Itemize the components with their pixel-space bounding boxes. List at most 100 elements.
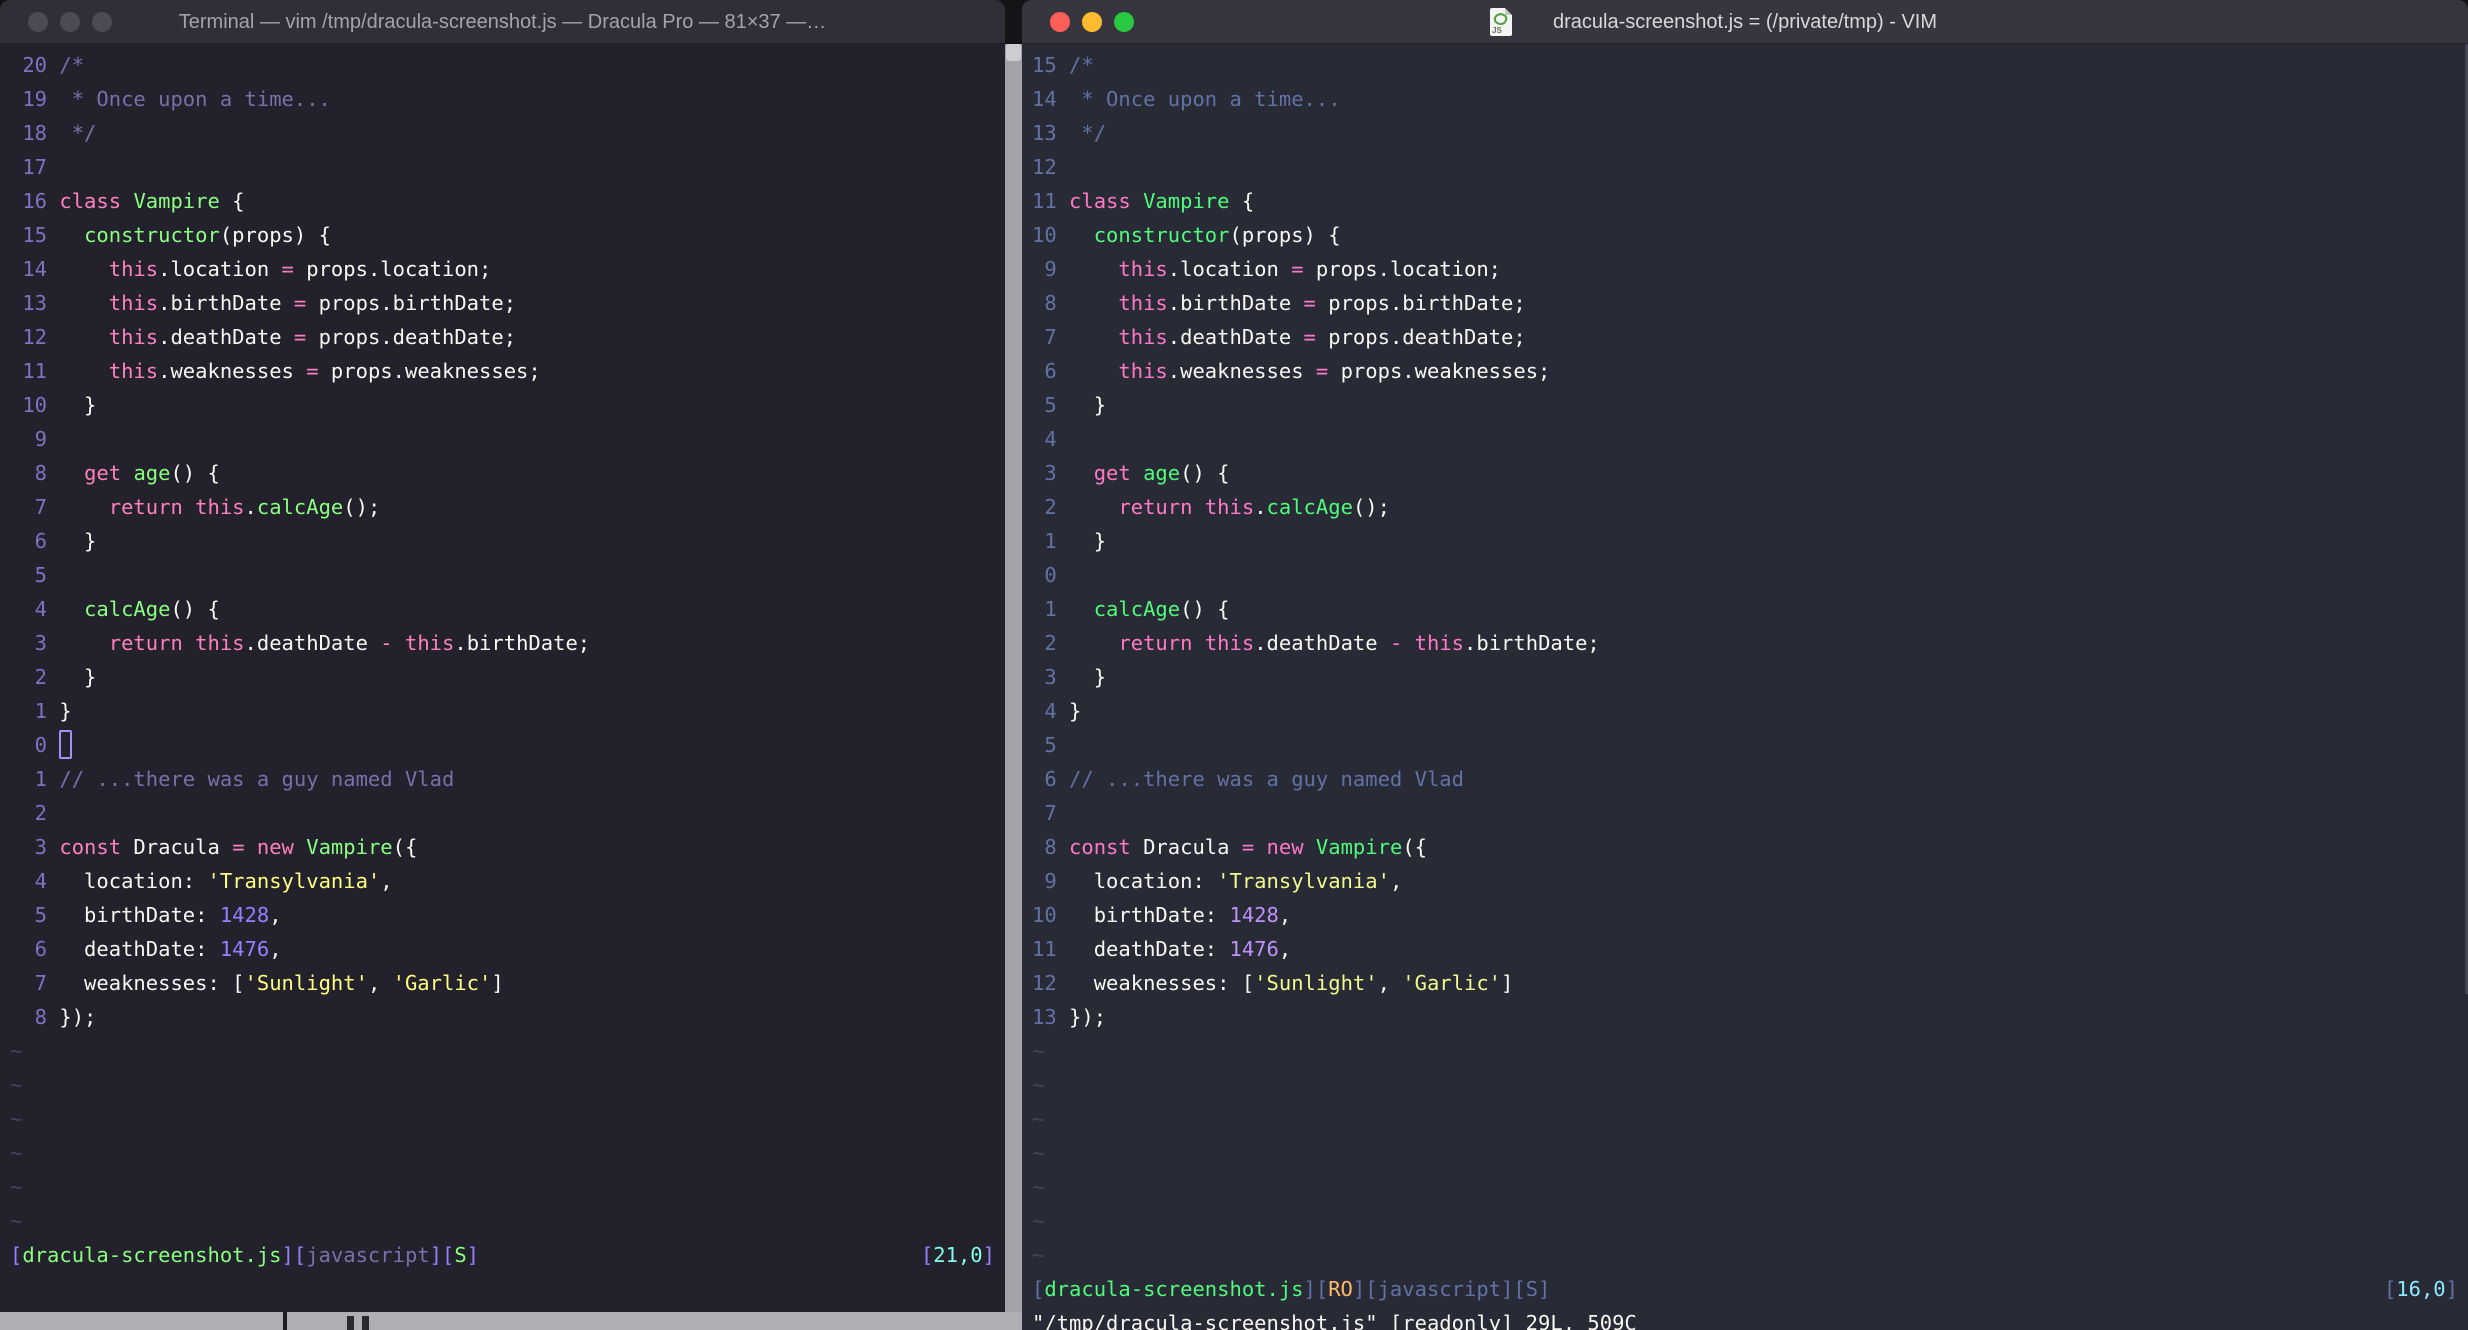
line-number: 16 xyxy=(10,189,60,213)
line-number: 0 xyxy=(1032,563,1070,587)
code-token: ~ xyxy=(1032,1141,1045,1165)
code-token: } xyxy=(1069,393,1107,417)
code-token: */ xyxy=(1069,121,1107,145)
code-token: - xyxy=(380,631,393,655)
line-number: 4 xyxy=(10,597,60,621)
code-token: = xyxy=(281,257,294,281)
code-line: ~ xyxy=(10,1102,997,1136)
macvim-titlebar[interactable]: JS dracula-screenshot.js = (/private/tmp… xyxy=(1022,0,2468,44)
line-number: 15 xyxy=(1032,53,1070,77)
code-token: get xyxy=(1093,461,1131,485)
code-token: this xyxy=(1204,495,1255,519)
code-line: 7 return this.calcAge(); xyxy=(10,490,997,524)
code-token: this xyxy=(108,325,159,349)
code-token: deathDate: xyxy=(59,937,220,961)
code-token: location: xyxy=(1069,869,1218,893)
code-token: .birthDate; xyxy=(454,631,591,655)
code-token: .location xyxy=(1167,257,1292,281)
code-token: // ...there was a guy named Vlad xyxy=(59,767,455,791)
code-token: this xyxy=(1414,631,1465,655)
code-line: 1 } xyxy=(1032,524,2460,558)
line-number: 9 xyxy=(1032,869,1070,893)
code-line: 15 constructor(props) { xyxy=(10,218,997,252)
code-token: } xyxy=(59,665,97,689)
code-line: 10 constructor(props) { xyxy=(1032,218,2460,252)
status-position: [16,0] xyxy=(2384,1272,2458,1306)
line-number: 1 xyxy=(10,767,60,791)
line-number: 14 xyxy=(1032,87,1070,111)
code-token: { xyxy=(219,189,245,213)
code-token: S xyxy=(454,1243,467,1267)
code-token: .deathDate xyxy=(1254,631,1390,655)
code-token: birthDate: xyxy=(59,903,220,927)
code-token: ~ xyxy=(10,1039,23,1063)
code-area[interactable]: 15 /* 14 * Once upon a time... 13 */12 11 … xyxy=(1022,44,2468,1330)
code-line: 10 } xyxy=(10,388,997,422)
status-line: [dracula-screenshot.js][RO][javascript][… xyxy=(1032,1272,2460,1306)
background-letter-fragment xyxy=(347,1316,354,1330)
code-token: Vampire xyxy=(1143,189,1230,213)
line-number: 12 xyxy=(1032,155,1070,179)
line-number: 10 xyxy=(10,393,60,417)
code-token: */ xyxy=(59,121,97,145)
line-number: 9 xyxy=(1032,257,1070,281)
code-line: 6 } xyxy=(10,524,997,558)
code-token: } xyxy=(1069,665,1107,689)
code-line: 8 this.birthDate = props.birthDate; xyxy=(1032,286,2460,320)
code-token: S xyxy=(1525,1277,1539,1301)
code-token: class xyxy=(1069,189,1131,213)
code-line: 2 return this.calcAge(); xyxy=(1032,490,2460,524)
code-line: 12 this.deathDate = props.deathDate; xyxy=(10,320,997,354)
code-line: ~ xyxy=(1032,1068,2460,1102)
code-token: const xyxy=(59,835,122,859)
vim-cursor-hollow xyxy=(59,729,73,759)
code-line: 2 xyxy=(10,796,997,830)
code-token: [ xyxy=(2383,1277,2397,1301)
code-token: } xyxy=(1069,529,1107,553)
code-token: [ xyxy=(10,1243,23,1267)
code-token: return xyxy=(1118,631,1193,655)
terminal-titlebar[interactable]: Terminal — vim /tmp/dracula-screenshot.j… xyxy=(0,0,1005,44)
code-line: ~ xyxy=(10,1068,997,1102)
code-token: 'Garlic' xyxy=(1402,971,1502,995)
code-token: get xyxy=(84,461,122,485)
code-line: 5 } xyxy=(1032,388,2460,422)
code-token: /* xyxy=(1069,53,1094,77)
code-token: props.deathDate; xyxy=(1315,325,1526,349)
code-token: , xyxy=(1377,971,1403,995)
line-number: 13 xyxy=(1032,121,1070,145)
code-line: 0 xyxy=(1032,558,2460,592)
code-token: this xyxy=(404,631,455,655)
code-token: ] xyxy=(466,1243,480,1267)
code-area[interactable]: 20 /* 19 * Once upon a time... 18 */ 17 … xyxy=(0,44,1005,1312)
scrollbar-thumb[interactable] xyxy=(1006,44,1021,61)
code-token: 1428 xyxy=(1229,903,1279,927)
code-line: 2 return this.deathDate - this.birthDate… xyxy=(1032,626,2460,660)
code-token: birthDate: xyxy=(1069,903,1230,927)
code-line: 0 xyxy=(10,728,997,762)
code-token: () { xyxy=(1180,597,1230,621)
status-position: [21,0] xyxy=(921,1238,995,1272)
code-token: new xyxy=(1266,835,1304,859)
line-number: 3 xyxy=(1032,665,1070,689)
code-line: 5 birthDate: 1428, xyxy=(10,898,997,932)
code-token: dracula-screenshot.js xyxy=(22,1243,282,1267)
code-line: 9 location: 'Transylvania', xyxy=(1032,864,2460,898)
line-number: 11 xyxy=(1032,189,1070,213)
code-token: ~ xyxy=(10,1175,23,1199)
code-token: .birthDate; xyxy=(1464,631,1600,655)
window-title: Terminal — vim /tmp/dracula-screenshot.j… xyxy=(178,11,827,33)
code-line: 11 this.weaknesses = props.weaknesses; xyxy=(10,354,997,388)
code-line: 2 } xyxy=(10,660,997,694)
code-line: 4 calcAge() { xyxy=(10,592,997,626)
